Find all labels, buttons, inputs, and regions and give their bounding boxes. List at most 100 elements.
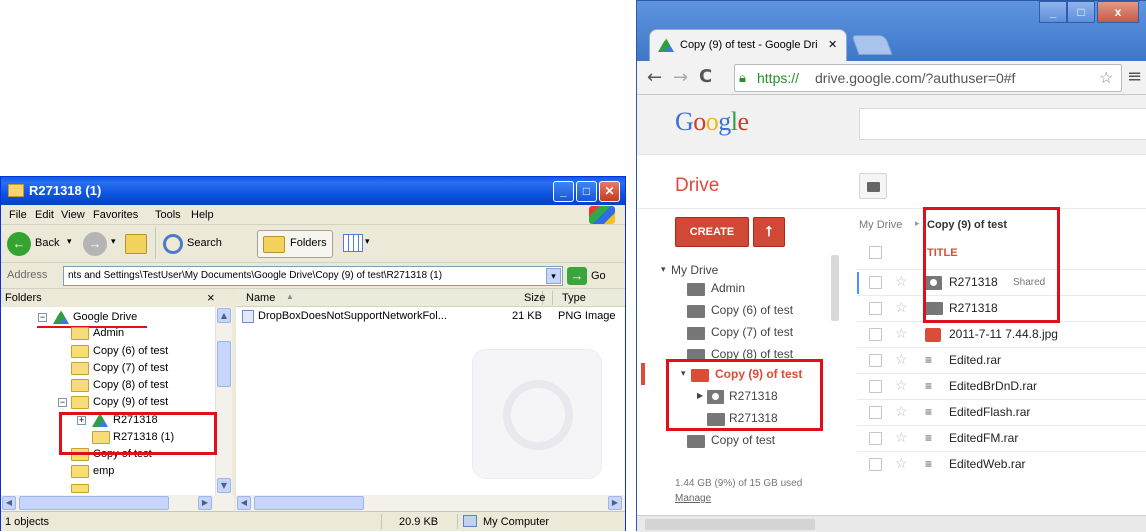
forward-arrow-icon[interactable]: → [673,67,688,88]
expand-icon[interactable]: + [77,416,86,425]
search-button[interactable]: Search [187,237,222,249]
scroll-thumb[interactable] [217,341,231,387]
explorer-title-bar[interactable]: R271318 (1) _ □ ✕ [1,177,625,205]
collapse-arrow-icon[interactable]: ▾ [661,264,666,275]
minimize-button[interactable]: _ [1039,1,1067,23]
menu-tools[interactable]: Tools [155,209,181,221]
row-checkbox[interactable] [869,328,882,341]
size-column[interactable]: Size [524,292,545,304]
files-hscrollbar[interactable]: ◀ ▶ [236,495,625,511]
folder-icon [71,327,89,340]
browser-tab[interactable]: Copy (9) of test - Google Dri ✕ [649,29,847,61]
row-checkbox[interactable] [869,432,882,445]
new-tab-button[interactable] [851,35,893,55]
row-checkbox[interactable] [869,302,882,315]
reload-icon[interactable]: C [699,66,712,87]
star-icon[interactable]: ☆ [895,273,908,290]
back-arrow-icon[interactable]: ← [647,67,662,88]
folders-hscrollbar[interactable]: ◀ ▶ [1,495,234,511]
search-icon[interactable] [163,234,183,254]
star-icon[interactable]: ☆ [895,403,908,420]
collapse-icon[interactable]: − [58,398,67,407]
close-button[interactable]: x [1097,1,1139,23]
file-row[interactable]: ☆ ≡ EditedBrDnD.rar [857,373,1146,399]
address-input[interactable]: nts and Settings\TestUser\My Documents\G… [63,266,563,286]
file-row[interactable]: ☆ ≡ EditedFlash.rar [857,399,1146,425]
scroll-left-icon[interactable]: ◀ [237,496,251,510]
manage-link[interactable]: Manage [675,493,711,504]
file-row[interactable]: ☆ ≡ EditedFM.rar [857,425,1146,451]
views-dropdown-icon[interactable]: ▾ [365,236,370,247]
expand-arrow-icon[interactable]: ▶ [697,391,703,400]
star-icon[interactable]: ☆ [895,299,908,316]
type-column[interactable]: Type [562,292,586,304]
close-pane-button[interactable]: × [207,290,215,305]
tree-item-google-drive[interactable]: − Google Drive [1,309,216,326]
horizontal-scroll-thumb[interactable] [645,519,815,530]
folders-button[interactable]: Folders [257,230,333,258]
scroll-up-icon[interactable]: ▲ [217,308,231,323]
scroll-thumb[interactable] [254,496,364,510]
menu-file[interactable]: File [9,209,27,221]
scroll-thumb[interactable] [19,496,169,510]
file-row[interactable]: ☆ 2011-7-11 7.44.8.jpg [857,321,1146,347]
collapse-icon[interactable]: − [38,313,47,322]
file-row[interactable]: ☆ R271318 Shared [857,269,1146,295]
star-icon[interactable]: ☆ [895,455,908,472]
tab-close-icon[interactable]: ✕ [828,38,837,51]
folders-scrollbar[interactable]: ▲ ▼ [215,307,232,495]
breadcrumb-root[interactable]: My Drive [859,219,902,231]
up-folder-icon[interactable] [125,234,147,254]
menu-favorites[interactable]: Favorites [93,209,138,221]
star-icon[interactable]: ☆ [895,351,908,368]
drive-label[interactable]: Drive [675,175,719,197]
file-row[interactable]: ☆ ≡ EditedWeb.rar [857,451,1146,477]
star-icon[interactable]: ☆ [895,377,908,394]
row-checkbox[interactable] [869,406,882,419]
create-button[interactable]: CREATE [675,217,749,247]
name-column[interactable]: Name [246,292,275,304]
scroll-right-icon[interactable]: ▶ [608,496,622,510]
menu-edit[interactable]: Edit [35,209,54,221]
maximize-button[interactable]: □ [1067,1,1095,23]
explorer-window: R271318 (1) _ □ ✕ File Edit View Favorit… [0,176,626,531]
back-arrow-icon[interactable]: ← [7,232,31,256]
upload-button[interactable]: ⭡ [753,217,785,247]
views-icon[interactable] [343,234,363,252]
file-row[interactable]: ☆ ≡ Edited.rar [857,347,1146,373]
star-icon[interactable]: ☆ [895,429,908,446]
menu-help[interactable]: Help [191,209,214,221]
scroll-down-icon[interactable]: ▼ [217,478,231,493]
search-input[interactable] [859,108,1146,140]
title-column[interactable]: TITLE [927,247,958,259]
row-checkbox[interactable] [869,380,882,393]
go-button[interactable]: Go [591,270,606,282]
row-checkbox[interactable] [869,276,882,289]
file-row[interactable]: ☆ R271318 [857,295,1146,321]
row-checkbox[interactable] [869,458,882,471]
back-dropdown-icon[interactable]: ▾ [67,236,72,247]
new-folder-button[interactable] [859,173,887,199]
menu-view[interactable]: View [61,209,85,221]
close-button[interactable]: ✕ [599,181,620,202]
menu-icon[interactable]: ≡ [1127,66,1142,87]
row-checkbox[interactable] [869,354,882,367]
scroll-left-icon[interactable]: ◀ [2,496,16,510]
chrome-title-bar[interactable]: _ □ x Copy (9) of test - Google Dri ✕ [637,1,1146,61]
go-arrow-icon[interactable]: → [567,267,587,285]
forward-arrow-icon[interactable]: → [83,232,107,256]
nav-scrollbar-thumb[interactable] [831,255,839,321]
scroll-right-icon[interactable]: ▶ [198,496,212,510]
minimize-button[interactable]: _ [553,181,574,202]
file-row[interactable]: DropBoxDoesNotSupportNetworkFol... 21 KB… [240,309,621,325]
address-dropdown-icon[interactable]: ▾ [546,268,561,284]
maximize-button[interactable]: □ [576,181,597,202]
nav-label: Copy of test [711,433,776,447]
select-all-checkbox[interactable] [869,246,882,259]
back-button[interactable]: Back [35,237,59,249]
bookmark-star-icon[interactable]: ☆ [1099,68,1113,88]
star-icon[interactable]: ☆ [895,325,908,342]
url-bar[interactable]: 🔒︎ https:// drive.google.com/?authuser=0… [734,64,1122,92]
forward-dropdown-icon[interactable]: ▾ [111,236,116,247]
collapse-arrow-icon[interactable]: ▾ [681,368,686,379]
